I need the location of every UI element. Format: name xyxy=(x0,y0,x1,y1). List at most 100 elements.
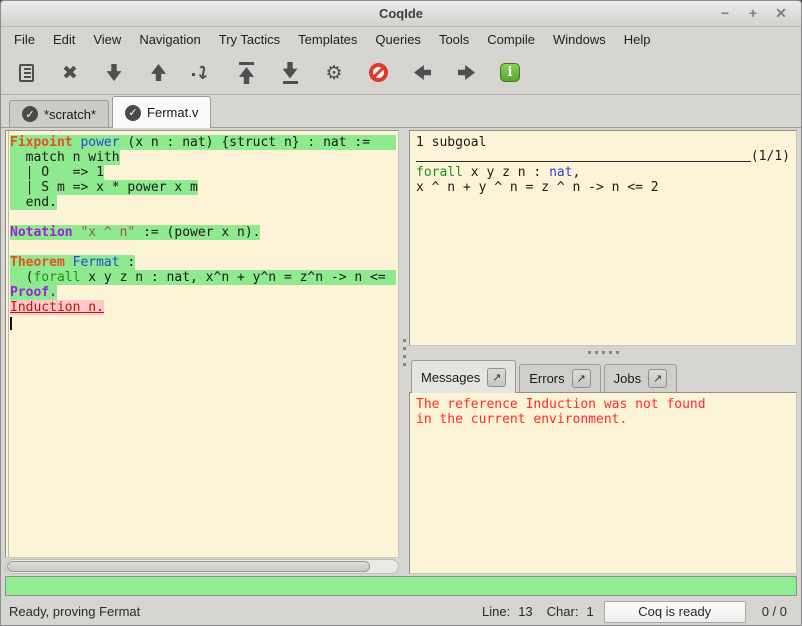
tab-jobs[interactable]: Jobs ↗ xyxy=(604,364,677,392)
menu-queries[interactable]: Queries xyxy=(366,29,430,50)
code-line: | S m => x * power x m xyxy=(10,180,396,195)
goal-line: (1/1) xyxy=(416,150,790,165)
goal-line: 1 subgoal xyxy=(416,135,790,150)
next-occurrence-button[interactable] xyxy=(447,56,485,90)
go-to-cursor-button[interactable]: ↩ xyxy=(183,56,221,90)
messages-notebook: Messages ↗ Errors ↗ Jobs ↗ The reference Indu… xyxy=(409,358,797,574)
fully-check-button[interactable]: ⚙ xyxy=(315,56,353,90)
forward-one-button[interactable] xyxy=(95,56,133,90)
backward-one-button[interactable] xyxy=(139,56,177,90)
code-line xyxy=(10,210,396,225)
goals-panel[interactable]: 1 subgoal(1/1)forall x y z n : nat,x ^ n… xyxy=(409,130,797,346)
menu-try-tactics[interactable]: Try Tactics xyxy=(210,29,289,50)
tab-errors[interactable]: Errors ↗ xyxy=(519,364,600,392)
restart-button[interactable] xyxy=(227,56,265,90)
close-icon: ✖ xyxy=(62,62,78,84)
code-line xyxy=(10,240,396,255)
char-value: 1 xyxy=(586,604,593,619)
interrupt-button[interactable] xyxy=(359,56,397,90)
goto-cursor-icon: ↩ xyxy=(192,62,211,83)
messages-tab-bar: Messages ↗ Errors ↗ Jobs ↗ xyxy=(409,358,797,392)
arrow-to-top-icon xyxy=(239,62,254,84)
code-line: (forall x y z n : nat, x^n + y^n = z^n -… xyxy=(10,270,396,285)
minimize-icon[interactable]: − xyxy=(715,5,735,22)
tab-messages[interactable]: Messages ↗ xyxy=(411,360,516,393)
about-button[interactable]: i xyxy=(491,56,529,90)
tab-label: *scratch* xyxy=(44,107,96,122)
tab-fermat-v[interactable]: ✓ Fermat.v xyxy=(112,96,211,128)
tab-scratch[interactable]: ✓ *scratch* xyxy=(9,100,109,127)
toolbar: ✖ ↩ ⚙ i xyxy=(1,51,801,95)
messages-content[interactable]: The reference Induction was not foundin … xyxy=(409,392,797,574)
line-label: Line: xyxy=(482,604,510,619)
menu-edit[interactable]: Edit xyxy=(44,29,84,50)
menu-navigation[interactable]: Navigation xyxy=(130,29,209,50)
goal-line: x ^ n + y ^ n = z ^ n -> n <= 2 xyxy=(416,180,790,195)
arrow-right-icon xyxy=(458,65,475,80)
code-line xyxy=(10,315,396,330)
menu-templates[interactable]: Templates xyxy=(289,29,366,50)
horizontal-scrollbar[interactable] xyxy=(5,559,399,574)
code-line: Fixpoint power (x n : nat) {struct n} : … xyxy=(10,135,396,150)
menu-tools[interactable]: Tools xyxy=(430,29,478,50)
progress-bar xyxy=(5,576,797,596)
horizontal-splitter[interactable] xyxy=(409,346,797,358)
detach-icon[interactable]: ↗ xyxy=(648,369,667,388)
detach-icon[interactable]: ↗ xyxy=(572,369,591,388)
text-cursor xyxy=(10,317,12,330)
code-line: | O => 1 xyxy=(10,165,396,180)
line-value: 13 xyxy=(518,604,532,619)
tab-label: Errors xyxy=(529,371,564,386)
menu-help[interactable]: Help xyxy=(615,29,660,50)
tab-label: Messages xyxy=(421,370,480,385)
info-bubble-icon: i xyxy=(500,63,520,82)
close-doc-button[interactable]: ✖ xyxy=(51,56,89,90)
window-controls: − + ✕ xyxy=(715,5,801,22)
code-line: Induction n. xyxy=(10,300,396,315)
code-line: Proof. xyxy=(10,285,396,300)
goal-line: forall x y z n : nat, xyxy=(416,165,790,180)
tab-check-icon: ✓ xyxy=(22,106,38,122)
go-to-end-button[interactable] xyxy=(271,56,309,90)
close-icon[interactable]: ✕ xyxy=(771,5,791,22)
detach-icon[interactable]: ↗ xyxy=(487,368,506,387)
scrollbar-thumb[interactable] xyxy=(7,561,370,572)
code-line: Theorem Fermat : xyxy=(10,255,396,270)
message-line: The reference Induction was not found xyxy=(416,397,790,412)
script-editor[interactable]: Fixpoint power (x n : nat) {struct n} : … xyxy=(5,130,399,558)
menu-bar: FileEditViewNavigationTry TacticsTemplat… xyxy=(1,27,801,51)
menu-file[interactable]: File xyxy=(5,29,44,50)
status-bar: Ready, proving Fermat Line: 13 Char: 1 C… xyxy=(1,598,801,625)
no-entry-icon xyxy=(369,63,388,82)
window-title: CoqIde xyxy=(1,6,801,21)
progress-area xyxy=(1,574,801,598)
arrow-down-icon xyxy=(107,64,122,81)
arrow-left-icon xyxy=(414,65,431,80)
save-icon xyxy=(19,64,34,82)
coq-state-button[interactable]: Coq is ready xyxy=(604,601,746,623)
menu-windows[interactable]: Windows xyxy=(544,29,615,50)
script-pane: Fixpoint power (x n : nat) {struct n} : … xyxy=(5,130,399,574)
char-label: Char: xyxy=(547,604,579,619)
arrow-up-icon xyxy=(151,64,166,81)
save-button[interactable] xyxy=(7,56,45,90)
worker-counter: 0 / 0 xyxy=(762,604,787,619)
goal-counter: (1/1) xyxy=(751,149,790,165)
document-tab-bar: ✓ *scratch* ✓ Fermat.v xyxy=(1,95,801,128)
previous-occurrence-button[interactable] xyxy=(403,56,441,90)
tab-check-icon: ✓ xyxy=(125,105,141,121)
vertical-splitter[interactable] xyxy=(399,130,409,574)
title-bar: CoqIde − + ✕ xyxy=(1,1,801,27)
menu-compile[interactable]: Compile xyxy=(478,29,544,50)
goal-separator-rule xyxy=(416,161,751,162)
tab-label: Jobs xyxy=(614,371,641,386)
arrow-to-bottom-icon xyxy=(283,62,298,84)
maximize-icon[interactable]: + xyxy=(743,5,763,22)
coqide-window: CoqIde − + ✕ FileEditViewNavigationTry T… xyxy=(0,0,802,626)
code-line: match n with xyxy=(10,150,396,165)
status-message: Ready, proving Fermat xyxy=(9,604,468,619)
code-line: Notation "x ^ n" := (power x n). xyxy=(10,225,396,240)
gear-icon: ⚙ xyxy=(325,62,342,84)
menu-view[interactable]: View xyxy=(84,29,130,50)
tab-label: Fermat.v xyxy=(147,105,198,120)
